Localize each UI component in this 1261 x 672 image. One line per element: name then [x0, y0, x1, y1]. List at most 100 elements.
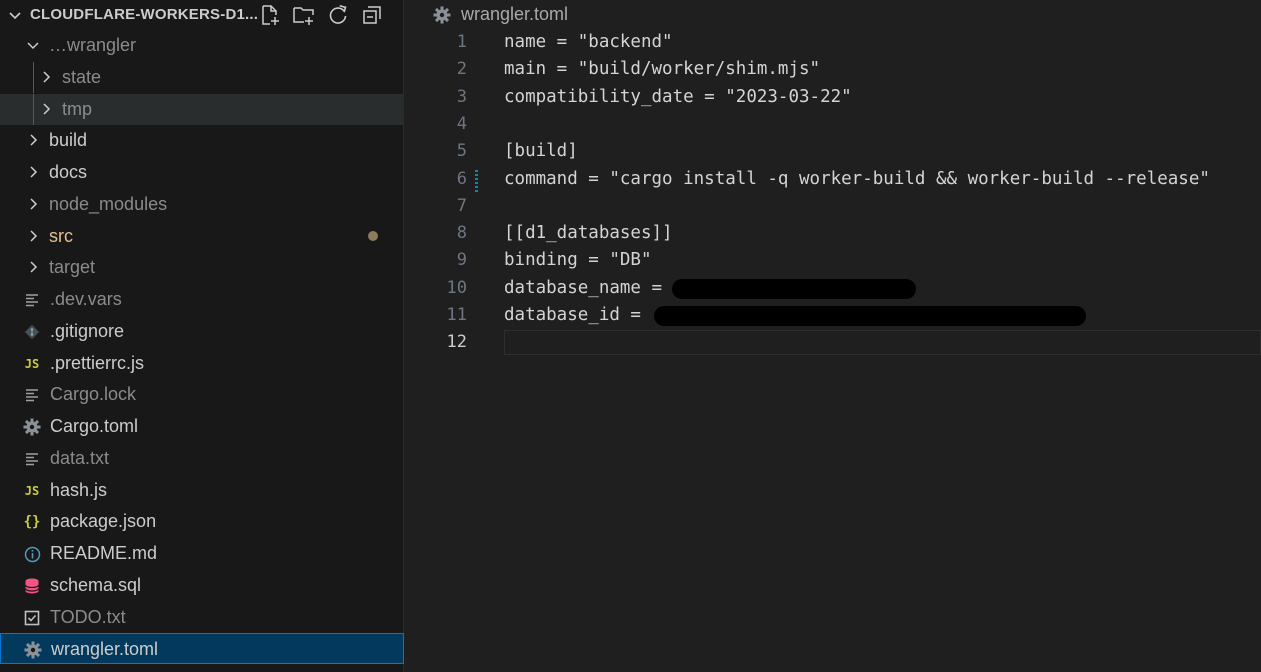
code-line[interactable]: 10 database_name =	[405, 276, 1261, 303]
tree-item-label: Cargo.toml	[50, 416, 139, 436]
chevron-right-icon[interactable]	[39, 70, 53, 84]
tree-item-label: target	[49, 257, 96, 278]
line-number: 4	[456, 113, 467, 134]
chevron-down-icon[interactable]	[26, 38, 40, 52]
vscode-window: CLOUDFLARE-WORKERS-D1... …wrangler state t…	[0, 0, 1261, 672]
code-line[interactable]: 8 [[d1_databases]]	[405, 221, 1261, 248]
explorer-header[interactable]: CLOUDFLARE-WORKERS-D1...	[0, 0, 404, 30]
code-text[interactable]: [build]	[504, 141, 578, 161]
code-line[interactable]: 3 compatibility_date = "2023-03-22"	[405, 85, 1261, 112]
code-text[interactable]: name = "backend"	[504, 32, 673, 52]
line-number: 6	[456, 168, 467, 189]
tree-folder-item[interactable]: build	[0, 125, 404, 156]
chevron-right-icon[interactable]	[39, 102, 53, 116]
tree-file-item[interactable]: .dev.vars	[0, 284, 404, 315]
info-icon	[23, 545, 41, 563]
code-line[interactable]: 5 [build]	[405, 139, 1261, 166]
code-line[interactable]: 1 name = "backend"	[405, 30, 1261, 57]
tree-item-label: Cargo.lock	[50, 384, 137, 405]
line-number: 2	[456, 59, 467, 80]
tree-file-item[interactable]: data.txt	[0, 443, 404, 474]
chevron-right-icon[interactable]	[26, 229, 40, 243]
database-icon	[23, 577, 41, 595]
tree-item-label: state	[62, 66, 102, 87]
tree-file-item[interactable]: .gitignore	[0, 316, 404, 347]
tree-item-label: .prettierrc.js	[50, 352, 145, 373]
line-number: 12	[446, 332, 467, 353]
breadcrumb-file[interactable]: wrangler.toml	[461, 4, 568, 25]
tree-file-item[interactable]: JS hash.js	[0, 475, 404, 506]
tree-folder-item[interactable]: state	[0, 61, 404, 93]
chevron-right-icon[interactable]	[26, 165, 40, 179]
tree-item-label: schema.sql	[50, 574, 142, 595]
code-line[interactable]: 4	[405, 112, 1261, 139]
modified-dot-badge	[368, 230, 378, 241]
tree-file-item[interactable]: wrangler.toml	[0, 633, 404, 665]
tree-item-label: package.json	[50, 511, 157, 532]
chevron-right-icon[interactable]	[26, 133, 40, 147]
new-file-icon[interactable]	[258, 3, 282, 27]
redaction-bar	[654, 306, 1086, 326]
code-text[interactable]: binding = "DB"	[504, 250, 652, 270]
chevron-right-icon[interactable]	[26, 197, 40, 211]
tree-item-label: node_modules	[49, 193, 168, 214]
code-line[interactable]: 7	[405, 194, 1261, 221]
tree-file-item[interactable]: {} package.json	[0, 506, 404, 537]
tree-file-item[interactable]: schema.sql	[0, 570, 404, 601]
tree-item-label: TODO.txt	[50, 606, 126, 627]
tree-item-label: hash.js	[50, 479, 108, 500]
tree-folder-item[interactable]: tmp	[0, 93, 404, 125]
line-number: 9	[456, 250, 467, 271]
code-text[interactable]: command = "cargo install -q worker-build…	[504, 169, 1210, 189]
chevron-right-icon[interactable]	[26, 260, 40, 274]
gear-icon	[433, 6, 451, 24]
code-text[interactable]: database_name =	[504, 278, 662, 298]
code-line[interactable]: 9 binding = "DB"	[405, 248, 1261, 275]
code-text[interactable]: main = "build/worker/shim.mjs"	[504, 59, 820, 79]
new-folder-icon[interactable]	[292, 3, 316, 27]
line-number: 7	[456, 195, 467, 216]
indent-guide	[33, 61, 34, 93]
tree-file-item[interactable]: TODO.txt	[0, 602, 404, 633]
code-line[interactable]: 11 database_id =	[405, 303, 1261, 330]
tree-folder-item[interactable]: target	[0, 252, 404, 283]
code-line[interactable]: 12	[405, 330, 1261, 357]
tree-folder-item[interactable]: src	[0, 221, 404, 252]
tree-item-label: .dev.vars	[50, 289, 122, 309]
tree-file-item[interactable]: Cargo.lock	[0, 379, 404, 410]
tree-item-label: wrangler.toml	[51, 639, 159, 660]
code-line[interactable]: 6 command = "cargo install -q worker-buil…	[405, 167, 1261, 194]
code-text[interactable]: compatibility_date = "2023-03-22"	[504, 87, 852, 107]
collapse-all-icon[interactable]	[360, 3, 384, 27]
gear-icon	[23, 418, 41, 436]
line-number: 8	[456, 223, 467, 244]
explorer-sidebar: CLOUDFLARE-WORKERS-D1... …wrangler state t…	[0, 0, 404, 672]
json-icon: {}	[23, 514, 41, 531]
modified-line-gutter-indicator[interactable]	[475, 168, 478, 192]
text-file-icon	[23, 450, 41, 468]
tree-file-item[interactable]: JS .prettierrc.js	[0, 348, 404, 379]
code-text[interactable]: database_id =	[504, 305, 641, 325]
tree-item-label: tmp	[62, 98, 93, 119]
tree-folder-item[interactable]: …wrangler	[0, 30, 404, 61]
tree-item-label: build	[49, 130, 88, 151]
current-line-highlight	[504, 330, 1261, 356]
editor[interactable]: wrangler.toml 1 name = "backend" 2 main = "…	[405, 0, 1261, 672]
tree-folder-item[interactable]: node_modules	[0, 189, 404, 220]
tree-item-label: data.txt	[50, 447, 110, 468]
javascript-icon: JS	[24, 483, 40, 498]
tree-file-item[interactable]: README.md	[0, 538, 404, 569]
tree-item-label: docs	[49, 162, 88, 182]
javascript-icon: JS	[24, 356, 40, 371]
code-text[interactable]: [[d1_databases]]	[504, 223, 673, 243]
gear-icon	[24, 641, 42, 659]
line-number: 1	[456, 32, 467, 52]
explorer-title: CLOUDFLARE-WORKERS-D1...	[30, 6, 259, 23]
chevron-down-icon[interactable]	[7, 7, 23, 23]
tree-file-item[interactable]: Cargo.toml	[0, 411, 404, 442]
code-line[interactable]: 2 main = "build/worker/shim.mjs"	[405, 57, 1261, 84]
refresh-icon[interactable]	[326, 3, 350, 27]
redaction-bar	[672, 278, 916, 299]
tree-folder-item[interactable]: docs	[0, 157, 404, 188]
tree-item-label: .gitignore	[50, 320, 125, 341]
